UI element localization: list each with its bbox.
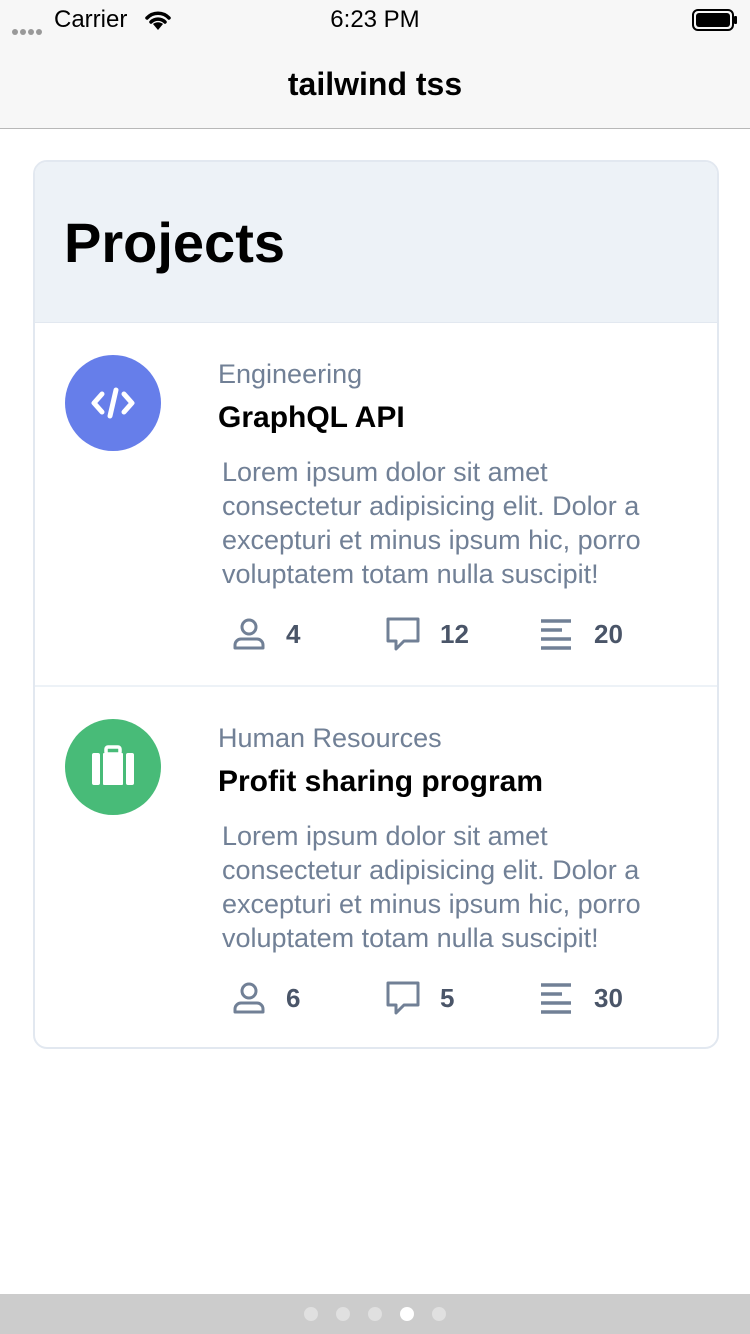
comments-count: 5 [440, 983, 455, 1013]
page-dot[interactable] [336, 1307, 350, 1321]
project-stats: 6 5 30 [35, 975, 717, 1023]
list-icon [541, 983, 571, 1014]
user-icon [233, 618, 265, 650]
page-indicator[interactable] [0, 1294, 750, 1334]
project-name: Profit sharing program [218, 765, 544, 798]
members-count: 4 [286, 619, 301, 649]
page-dot[interactable] [432, 1307, 446, 1321]
comments-count: 12 [440, 619, 469, 649]
project-item[interactable]: Human Resources Profit sharing program L… [35, 687, 717, 1047]
user-icon [233, 982, 265, 1014]
nav-title: tailwind tss [287, 66, 463, 102]
navigation-bar: tailwind tss [0, 40, 750, 129]
tasks-count: 20 [594, 619, 623, 649]
project-name: GraphQL API [218, 401, 405, 434]
projects-card: Projects Engineering GraphQL API Lorem i… [33, 160, 719, 1049]
project-description: Lorem ipsum dolor sit amet consectetur a… [222, 457, 641, 589]
page-dot[interactable] [368, 1307, 382, 1321]
project-stats: 4 12 20 [35, 611, 717, 659]
project-description: Lorem ipsum dolor sit amet consectetur a… [222, 821, 641, 953]
card-title: Projects [64, 211, 285, 274]
project-category: Engineering [218, 359, 363, 389]
battery-icon [692, 9, 737, 31]
card-header: Projects [35, 162, 717, 323]
code-icon [65, 355, 161, 451]
project-item[interactable]: Engineering GraphQL API Lorem ipsum dolo… [35, 323, 717, 687]
comment-icon [386, 981, 420, 1015]
briefcase-icon [65, 719, 161, 815]
list-icon [541, 619, 571, 650]
members-count: 6 [286, 983, 301, 1013]
project-category: Human Resources [218, 723, 442, 753]
page-dot-active[interactable] [400, 1307, 414, 1321]
page-dot[interactable] [304, 1307, 318, 1321]
status-bar: Carrier 6:23 PM [0, 0, 750, 40]
comment-icon [386, 617, 420, 651]
clock: 6:23 PM [330, 6, 420, 33]
tasks-count: 30 [594, 983, 623, 1013]
